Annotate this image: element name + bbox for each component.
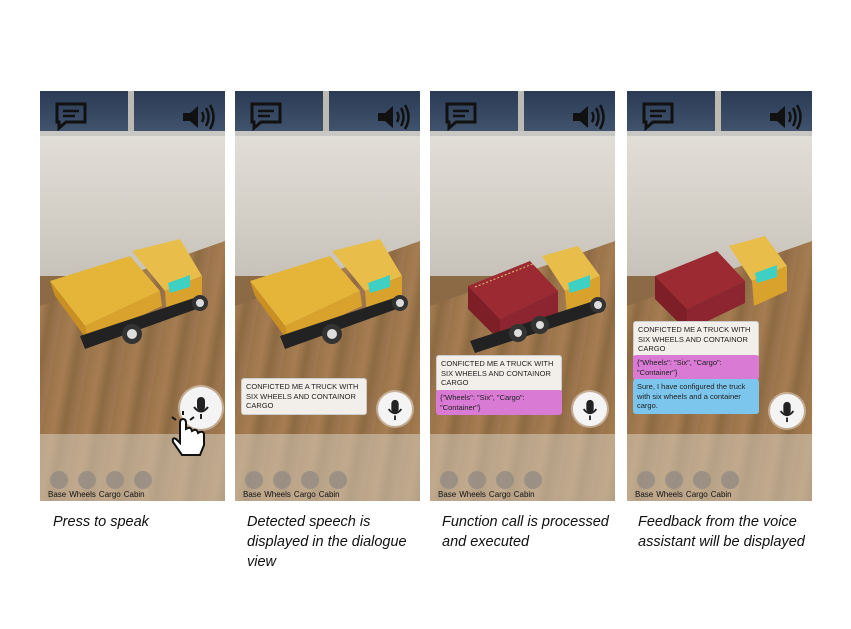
wheels-label: Wheels xyxy=(69,490,96,499)
microphone-button[interactable] xyxy=(770,394,804,428)
wheels-label: Wheels xyxy=(656,490,683,499)
caption-step-3: Function call is processed and executed xyxy=(442,514,609,550)
function-call-bubble: {"Wheels": "Six", "Cargo": "Container"} xyxy=(436,390,562,415)
caption-step-1: Press to speak xyxy=(53,514,149,530)
chat-icon[interactable] xyxy=(54,101,88,131)
speaker-icon[interactable] xyxy=(768,103,804,131)
cabin-label: Cabin xyxy=(710,490,732,499)
wheels-option-button[interactable] xyxy=(273,471,291,489)
cabin-label: Cabin xyxy=(513,490,535,499)
microphone-icon xyxy=(582,399,598,421)
cargo-option-button[interactable] xyxy=(496,471,514,489)
cabin-option-button[interactable] xyxy=(134,471,152,489)
speaker-icon[interactable] xyxy=(571,103,607,131)
microphone-button[interactable] xyxy=(378,392,412,426)
wheels-label: Wheels xyxy=(459,490,486,499)
speech-bubble: CONFICTED ME A TRUCK WITH SIX WHEELS AND… xyxy=(241,378,367,415)
base-option-button[interactable] xyxy=(637,471,655,489)
wheels-option-button[interactable] xyxy=(665,471,683,489)
phone-screen-1: Base Wheels Cargo Cabin xyxy=(40,91,225,501)
cabin-option-button[interactable] xyxy=(329,471,347,489)
base-label: Base xyxy=(635,490,654,499)
cargo-option-button[interactable] xyxy=(301,471,319,489)
cabin-option-button[interactable] xyxy=(524,471,542,489)
microphone-icon xyxy=(779,401,795,423)
cargo-label: Cargo xyxy=(98,490,121,499)
cabin-label: Cabin xyxy=(123,490,145,499)
microphone-icon xyxy=(387,399,403,421)
cargo-option-button[interactable] xyxy=(693,471,711,489)
chat-icon[interactable] xyxy=(444,101,478,131)
wheels-option-button[interactable] xyxy=(468,471,486,489)
speech-bubble: CONFICTED ME A TRUCK WITH SIX WHEELS AND… xyxy=(633,321,759,358)
hand-pointer-icon xyxy=(171,411,205,456)
cargo-option-button[interactable] xyxy=(106,471,124,489)
base-label: Base xyxy=(48,490,67,499)
chat-icon[interactable] xyxy=(641,101,675,131)
function-call-bubble: {"Wheels": "Six", "Cargo": "Container"} xyxy=(633,355,759,380)
base-option-button[interactable] xyxy=(245,471,263,489)
cargo-label: Cargo xyxy=(488,490,511,499)
assistant-reply-bubble: Sure, I have configured the truck with s… xyxy=(633,379,759,414)
speech-bubble: CONFICTED ME A TRUCK WITH SIX WHEELS AND… xyxy=(436,355,562,392)
caption-step-2: Detected speech is displayed in the dial… xyxy=(247,514,407,570)
wheels-option-button[interactable] xyxy=(78,471,96,489)
cargo-label: Cargo xyxy=(685,490,708,499)
base-label: Base xyxy=(438,490,457,499)
base-option-button[interactable] xyxy=(50,471,68,489)
caption-step-4: Feedback from the voice assistant will b… xyxy=(638,514,805,550)
cargo-label: Cargo xyxy=(293,490,316,499)
microphone-button[interactable] xyxy=(573,392,607,426)
speaker-icon[interactable] xyxy=(181,103,217,131)
base-label: Base xyxy=(243,490,262,499)
cabin-option-button[interactable] xyxy=(721,471,739,489)
phone-screen-3: Base Wheels Cargo Cabin CONFICTED ME A TRUC… xyxy=(430,91,615,501)
phone-screen-2: Base Wheels Cargo Cabin CONFICTED ME A TRUC… xyxy=(235,91,420,501)
wheels-label: Wheels xyxy=(264,490,291,499)
cabin-label: Cabin xyxy=(318,490,340,499)
phone-screen-4: Base Wheels Cargo Cabin CONFICTED ME A TRUC… xyxy=(627,91,812,501)
base-option-button[interactable] xyxy=(440,471,458,489)
chat-icon[interactable] xyxy=(249,101,283,131)
speaker-icon[interactable] xyxy=(376,103,412,131)
